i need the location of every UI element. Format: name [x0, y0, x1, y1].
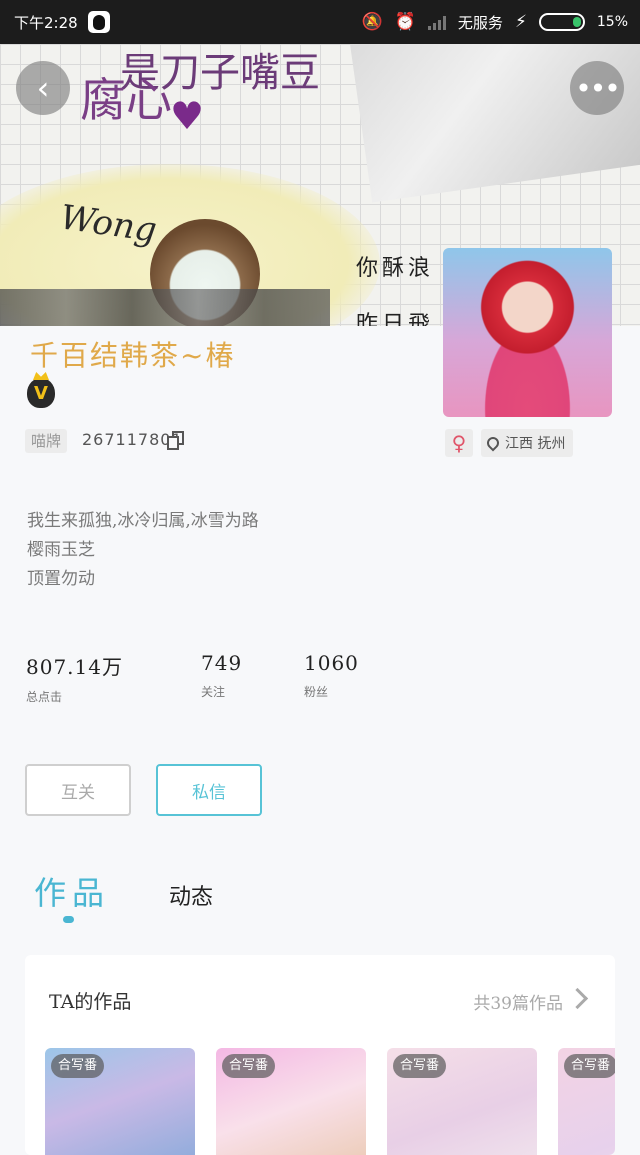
- works-count-link[interactable]: 共39篇作品: [473, 989, 563, 1014]
- heart-icon: ♥: [170, 94, 205, 138]
- gender-female-icon: ♀: [445, 429, 473, 457]
- bio-line: 我生来孤独,冰冷归属,冰雪为路: [27, 511, 259, 531]
- stat-fans[interactable]: 1060 粉丝: [304, 651, 359, 700]
- stat-value: 749: [201, 651, 243, 675]
- battery-icon: [538, 13, 585, 31]
- more-icon: •••: [575, 71, 621, 105]
- cover-buildings: [0, 289, 330, 326]
- username: 千百结韩茶~椿: [30, 339, 236, 372]
- id-tag: 喵牌: [25, 429, 68, 453]
- tab-activity[interactable]: 动态: [169, 879, 213, 911]
- vip-badge-icon[interactable]: V: [27, 378, 55, 408]
- cover-handwriting-1: 你酥浪: [356, 256, 435, 281]
- stat-label: 关注: [201, 685, 226, 699]
- status-bar: 下午2:28 🔕 ⏰ 无服务 ⚡ 15%: [0, 0, 640, 44]
- work-badge: 合写番: [222, 1054, 276, 1078]
- bio-line: 樱雨玉芝: [27, 540, 95, 560]
- work-thumbnail[interactable]: 合写番: [45, 1048, 195, 1155]
- alarm-icon: ⏰: [394, 11, 416, 32]
- battery-percent: 15%: [596, 14, 628, 30]
- mutual-follow-button[interactable]: 互关: [25, 764, 131, 816]
- stat-value: 807.14万: [26, 655, 123, 679]
- work-badge: 合写番: [51, 1054, 105, 1078]
- carrier-text: 无服务: [457, 13, 503, 32]
- work-thumbnail[interactable]: 合写番: [387, 1048, 537, 1155]
- location-text: 江西 抚州: [505, 436, 566, 452]
- location-pin-icon: [484, 434, 502, 452]
- message-button[interactable]: 私信: [156, 764, 262, 816]
- works-title: TA的作品: [49, 991, 132, 1013]
- work-thumbnail[interactable]: 合写番: [558, 1048, 615, 1155]
- more-button[interactable]: •••: [570, 61, 624, 115]
- bio: 我生来孤独,冰冷归属,冰雪为路 樱雨玉芝 顶置勿动: [27, 507, 259, 594]
- mute-bell-icon: 🔕: [361, 11, 383, 32]
- avatar[interactable]: [443, 248, 612, 417]
- location-tag: 江西 抚州: [481, 429, 574, 457]
- cover-handwriting-2: 昨日飛: [356, 312, 435, 326]
- work-thumbnail[interactable]: 合写番: [216, 1048, 366, 1155]
- status-time: 下午2:28: [14, 13, 78, 32]
- stat-value: 1060: [304, 651, 359, 675]
- charging-icon: ⚡: [514, 11, 527, 32]
- copy-icon[interactable]: [167, 431, 185, 451]
- stat-label: 粉丝: [304, 685, 329, 699]
- tab-works[interactable]: 作品: [34, 868, 110, 914]
- stat-following[interactable]: 749 关注: [201, 651, 242, 700]
- cover-text-main: 腐心: [80, 73, 172, 127]
- work-badge: 合写番: [564, 1054, 615, 1078]
- works-card: TA的作品 共39篇作品 合写番 合写番 合写番 合写番: [25, 955, 615, 1155]
- qq-icon: [87, 11, 110, 33]
- stat-total-clicks: 807.14万 总点击: [26, 651, 123, 705]
- signal-icon: [427, 14, 446, 30]
- vip-label: V: [34, 382, 48, 404]
- back-button[interactable]: ‹: [16, 61, 70, 115]
- bio-line: 顶置勿动: [27, 569, 95, 589]
- tab-active-indicator: [63, 916, 74, 923]
- stat-label: 总点击: [26, 690, 63, 704]
- chevron-left-icon: ‹: [36, 69, 50, 107]
- chevron-right-icon[interactable]: [566, 987, 589, 1010]
- work-badge: 合写番: [393, 1054, 447, 1078]
